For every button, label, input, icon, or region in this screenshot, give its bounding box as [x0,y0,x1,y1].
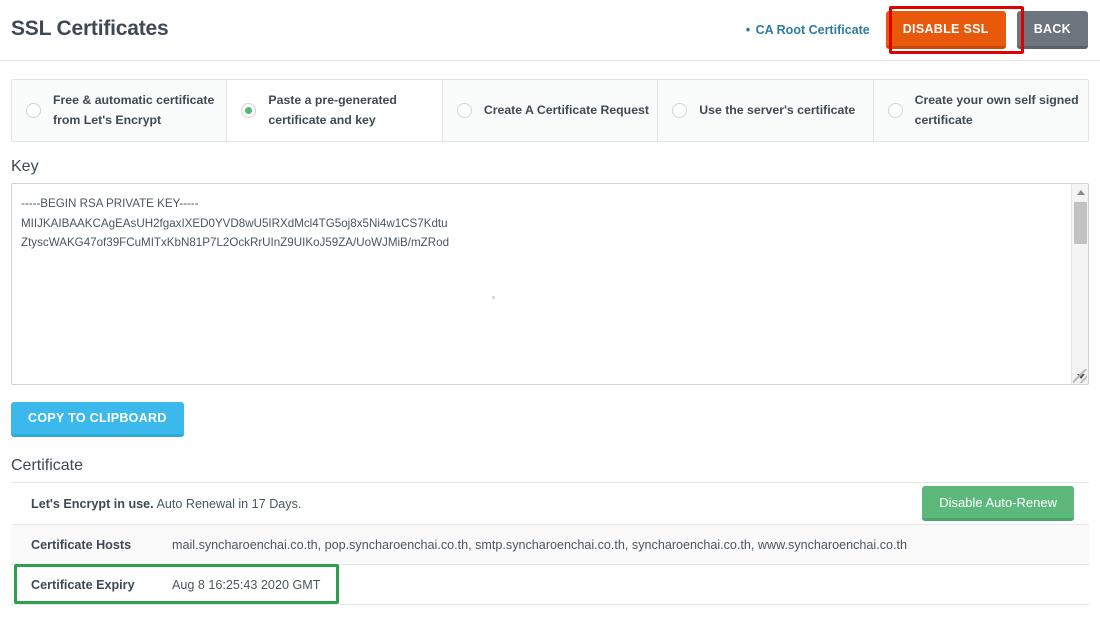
key-textarea-value: -----BEGIN RSA PRIVATE KEY----- MIIJKAIB… [21,197,450,250]
option-label: Create A Certificate Request [483,102,649,117]
key-textarea[interactable]: -----BEGIN RSA PRIVATE KEY----- MIIJKAIB… [11,183,1089,385]
option-label: Paste a pre-generated certificate and ke… [268,93,397,127]
scrollbar-thumb[interactable] [1074,202,1087,244]
certificate-details-table: Let's Encrypt in use. Auto Renewal in 17… [11,482,1089,605]
certificate-hosts-value: mail.syncharoenchai.co.th, pop.syncharoe… [172,537,908,552]
certificate-status-text: Let's Encrypt in use. Auto Renewal in 17… [17,497,301,511]
certificate-hosts-row: Certificate Hosts mail.syncharoenchai.co… [11,525,1089,565]
option-use-server-certificate[interactable]: Use the server's certificate [658,80,874,141]
radio-icon[interactable] [456,103,472,118]
radio-icon[interactable] [672,103,688,118]
key-textarea-scrollbar[interactable] [1071,184,1088,384]
triangle-down-icon[interactable] [1072,368,1088,384]
key-field-wrapper: -----BEGIN RSA PRIVATE KEY----- MIIJKAIB… [11,183,1089,385]
certificate-expiry-label: Certificate Expiry [31,577,135,592]
radio-icon-selected[interactable] [241,103,257,118]
radio-icon[interactable] [26,103,41,118]
certificate-expiry-row: Certificate Expiry Aug 8 16:25:43 2020 G… [11,565,1089,605]
page-title: SSL Certificates [11,17,169,40]
option-label: Use the server's certificate [699,102,856,117]
certificate-method-options: Free & automatic certificate from Let's … [11,79,1089,142]
certificate-expiry-value: Aug 8 16:25:43 2020 GMT [172,577,321,592]
disable-ssl-button[interactable]: DISABLE SSL [885,11,1006,49]
certificate-status-row: Let's Encrypt in use. Auto Renewal in 17… [11,483,1089,525]
option-paste-certificate[interactable]: Paste a pre-generated certificate and ke… [227,80,443,141]
certificate-hosts-label: Certificate Hosts [31,537,132,552]
back-button[interactable]: BACK [1016,11,1088,49]
ca-root-certificate-label: CA Root Certificate [755,23,870,37]
copy-to-clipboard-button[interactable]: COPY TO CLIPBOARD [11,402,184,437]
option-self-signed-certificate[interactable]: Create your own self signed certificate [873,80,1088,141]
option-label: Create your own self signed certificate [914,93,1079,127]
header-actions: • CA Root Certificate DISABLE SSL BACK [746,11,1088,49]
caret-marker [492,296,495,299]
certificate-section-title: Certificate [11,457,84,474]
ca-root-certificate-link[interactable]: • CA Root Certificate [746,23,870,37]
page-header: SSL Certificates • CA Root Certificate D… [0,0,1100,61]
ssl-certificates-page: SSL Certificates • CA Root Certificate D… [0,0,1100,622]
option-label: Free & automatic certificate from Let's … [53,93,215,127]
certificate-status-rest: Auto Renewal in 17 Days. [153,496,302,511]
triangle-up-icon[interactable] [1072,184,1088,200]
certificate-status-bold: Let's Encrypt in use. [31,496,154,511]
disable-auto-renew-button[interactable]: Disable Auto-Renew [922,486,1074,521]
bullet-icon: • [745,23,751,37]
option-create-certificate-request[interactable]: Create A Certificate Request [442,80,659,141]
radio-icon[interactable] [887,103,903,118]
option-lets-encrypt[interactable]: Free & automatic certificate from Let's … [12,80,228,141]
key-section-title: Key [11,158,39,175]
